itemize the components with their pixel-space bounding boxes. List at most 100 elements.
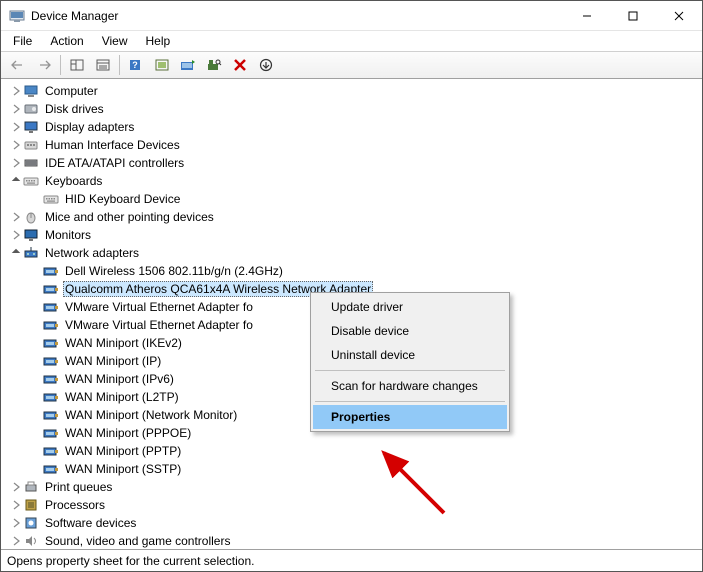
tree-expander[interactable] [9,498,23,512]
status-text: Opens property sheet for the current sel… [7,554,254,568]
svg-text:?: ? [132,60,138,70]
context-menu-item[interactable]: Properties [313,405,507,429]
tree-expander[interactable] [9,138,23,152]
tree-expander[interactable] [9,174,23,188]
uninstall-toolbar-button[interactable] [228,54,252,76]
tree-node[interactable]: Network adapters [3,244,702,262]
tree-expander[interactable] [29,282,43,296]
properties-toolbar-button[interactable] [91,54,115,76]
netadapter-icon [43,407,59,423]
tree-node-label: Processors [43,498,107,512]
tree-node[interactable]: Sound, video and game controllers [3,532,702,549]
tree-node-label: WAN Miniport (PPPOE) [63,426,193,440]
tree-expander[interactable] [9,228,23,242]
forward-button[interactable] [32,54,56,76]
tree-expander[interactable] [29,408,43,422]
tree-node[interactable]: Mice and other pointing devices [3,208,702,226]
tree-node-label: VMware Virtual Ethernet Adapter fo [63,318,255,332]
tree-expander[interactable] [9,156,23,170]
netadapter-icon [43,389,59,405]
tree-node[interactable]: Processors [3,496,702,514]
tree-expander[interactable] [29,300,43,314]
tree-node[interactable]: WAN Miniport (SSTP) [3,460,702,478]
back-button[interactable] [6,54,30,76]
tree-expander[interactable] [9,516,23,530]
netadapter-icon [43,461,59,477]
menu-action[interactable]: Action [42,33,91,49]
tree-node-label: Print queues [43,480,114,494]
menu-view[interactable]: View [94,33,136,49]
tree-expander[interactable] [29,318,43,332]
netadapter-icon [43,425,59,441]
network-icon [23,245,39,261]
tree-node-label: Dell Wireless 1506 802.11b/g/n (2.4GHz) [63,264,285,278]
tree-node-label: WAN Miniport (L2TP) [63,390,181,404]
scan-hardware-toolbar-button[interactable] [202,54,226,76]
tree-node[interactable]: Software devices [3,514,702,532]
tree-node-label: WAN Miniport (IKEv2) [63,336,184,350]
tree-node-label: WAN Miniport (IP) [63,354,163,368]
tree-expander[interactable] [29,462,43,476]
tree-node-label: Sound, video and game controllers [43,534,232,548]
tree-node[interactable]: WAN Miniport (PPTP) [3,442,702,460]
tree-node[interactable]: Human Interface Devices [3,136,702,154]
tree-expander[interactable] [9,120,23,134]
tree-node-label: Keyboards [43,174,104,188]
computer-icon [23,83,39,99]
tree-expander[interactable] [9,480,23,494]
keyboard-icon [43,191,59,207]
tree-expander[interactable] [9,246,23,260]
tree-expander[interactable] [9,102,23,116]
toolbar: ? [1,51,702,79]
tree-expander[interactable] [29,390,43,404]
tree-expander[interactable] [29,372,43,386]
tree-expander[interactable] [29,354,43,368]
tree-expander[interactable] [29,336,43,350]
tree-node[interactable]: Display adapters [3,118,702,136]
tree-expander[interactable] [9,534,23,548]
tree-node-label: WAN Miniport (IPv6) [63,372,176,386]
tree-node[interactable]: Dell Wireless 1506 802.11b/g/n (2.4GHz) [3,262,702,280]
netadapter-icon [43,317,59,333]
netadapter-icon [43,371,59,387]
context-menu-item[interactable]: Disable device [313,319,507,343]
update-driver-toolbar-button[interactable] [176,54,200,76]
tree-node[interactable]: HID Keyboard Device [3,190,702,208]
processor-icon [23,497,39,513]
context-menu-item[interactable]: Update driver [313,295,507,319]
help-toolbar-button[interactable]: ? [124,54,148,76]
tree-node[interactable]: IDE ATA/ATAPI controllers [3,154,702,172]
tree-expander[interactable] [29,192,43,206]
context-menu-separator [315,370,505,371]
tree-node-label: Network adapters [43,246,141,260]
mouse-icon [23,209,39,225]
window-controls [564,1,702,30]
tree-node[interactable]: Monitors [3,226,702,244]
context-menu-item[interactable]: Uninstall device [313,343,507,367]
disable-toolbar-button[interactable] [254,54,278,76]
tree-expander[interactable] [9,210,23,224]
window-title: Device Manager [31,9,564,23]
menubar: File Action View Help [1,31,702,51]
tree-expander[interactable] [29,426,43,440]
tree-node[interactable]: Computer [3,82,702,100]
menu-help[interactable]: Help [138,33,179,49]
tree-node[interactable]: Print queues [3,478,702,496]
minimize-button[interactable] [564,1,610,30]
keyboard-icon [23,173,39,189]
printer-icon [23,479,39,495]
tree-expander[interactable] [9,84,23,98]
menu-file[interactable]: File [5,33,40,49]
tree-node[interactable]: Keyboards [3,172,702,190]
software-icon [23,515,39,531]
tree-expander[interactable] [29,264,43,278]
tree-node[interactable]: Disk drives [3,100,702,118]
maximize-button[interactable] [610,1,656,30]
close-button[interactable] [656,1,702,30]
toolbar-separator [60,55,61,75]
netadapter-icon [43,353,59,369]
tree-expander[interactable] [29,444,43,458]
toolbar-button[interactable] [150,54,174,76]
context-menu-item[interactable]: Scan for hardware changes [313,374,507,398]
show-hide-console-button[interactable] [65,54,89,76]
